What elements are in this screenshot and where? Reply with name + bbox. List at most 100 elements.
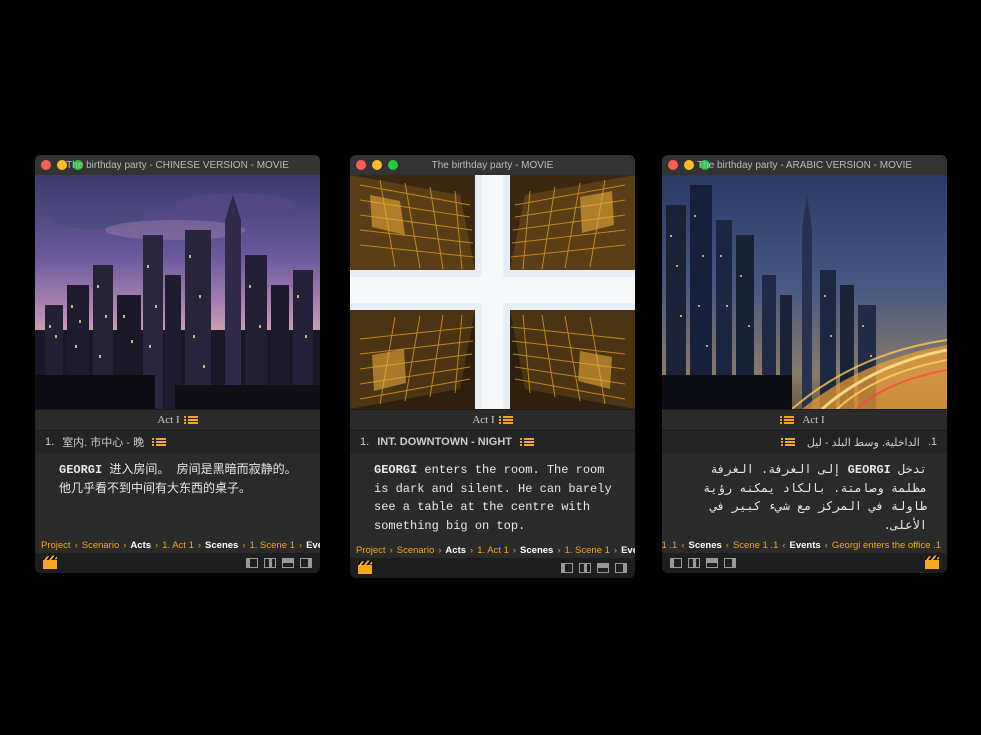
layout-split-icon[interactable] [597, 563, 609, 573]
breadcrumb-item[interactable]: 1. Act 1 [477, 545, 509, 556]
breadcrumb-item[interactable]: Scene 1 .1 [733, 540, 778, 551]
breadcrumb-item[interactable]: Acts [445, 545, 466, 556]
scene-image [35, 175, 320, 409]
breadcrumb-item[interactable]: Scenes [688, 540, 721, 551]
view-mode-icons [246, 558, 312, 568]
breadcrumb-separator: › [470, 545, 473, 556]
breadcrumb[interactable]: Project›Scenario›Acts›1. Act 1›Scenes›1.… [350, 542, 635, 558]
window-chinese: The birthday party - CHINESE VERSION - M… [35, 155, 320, 573]
script-body[interactable]: GEORGI enters the room. The room is dark… [350, 453, 635, 542]
script-body[interactable]: GEORGI 进入房间。 房间是黑暗而寂静的。 他几乎看不到中间有大东西的桌子。 [35, 453, 320, 537]
list-icon[interactable] [784, 416, 794, 424]
breadcrumb-separator: › [299, 540, 302, 551]
breadcrumb-separator: › [614, 545, 617, 556]
layout-split-icon[interactable] [282, 558, 294, 568]
clapper-icon[interactable] [43, 557, 57, 569]
window-arabic: The birthday party - ARABIC VERSION - MO… [662, 155, 947, 573]
breadcrumb-separator: › [155, 540, 158, 551]
list-icon[interactable] [785, 438, 795, 446]
scene-title: 室内. 市中心 - 晚 [62, 434, 144, 450]
act-label: Act I [157, 414, 179, 426]
character-name: GEORGI [374, 463, 417, 477]
layout-right-icon[interactable] [615, 563, 627, 573]
traffic-lights [668, 160, 710, 170]
breadcrumb-item[interactable]: Scenes [205, 540, 238, 551]
character-name: GEORGI [59, 463, 102, 477]
layout-left-icon[interactable] [670, 558, 682, 568]
breadcrumb-item[interactable]: Act 1 .1 [662, 540, 677, 551]
layout-right-icon[interactable] [724, 558, 736, 568]
footer [35, 553, 320, 573]
layout-left-icon[interactable] [561, 563, 573, 573]
close-icon[interactable] [356, 160, 366, 170]
breadcrumb-item[interactable]: Events [790, 540, 821, 551]
titlebar[interactable]: The birthday party - CHINESE VERSION - M… [35, 155, 320, 175]
breadcrumb[interactable]: Georgi enters the office .1 ‹ Events ‹ Scene… [662, 537, 947, 553]
act-bar: Act I [35, 409, 320, 431]
view-mode-icons [670, 558, 736, 568]
layout-center-icon[interactable] [579, 563, 591, 573]
act-bar: Act I [350, 409, 635, 431]
scene-header[interactable]: .1 الداخلية. وسط البلد - ليل [662, 431, 947, 453]
breadcrumb-item[interactable]: Scenario [82, 540, 120, 551]
zoom-icon[interactable] [388, 160, 398, 170]
close-icon[interactable] [668, 160, 678, 170]
breadcrumb-item[interactable]: Acts [130, 540, 151, 551]
breadcrumb-item[interactable]: Georgi enters the office .1 [832, 540, 941, 551]
clapper-icon[interactable] [925, 557, 939, 569]
layout-center-icon[interactable] [264, 558, 276, 568]
zoom-icon[interactable] [700, 160, 710, 170]
clapper-icon[interactable] [358, 562, 372, 574]
breadcrumb-separator: › [438, 545, 441, 556]
layout-right-icon[interactable] [300, 558, 312, 568]
breadcrumb-separator: › [242, 540, 245, 551]
layout-split-icon[interactable] [706, 558, 718, 568]
breadcrumb-item[interactable]: Project [356, 545, 386, 556]
breadcrumb-item[interactable]: Scenes [520, 545, 553, 556]
scene-title: INT. DOWNTOWN - NIGHT [377, 436, 512, 448]
breadcrumb-item[interactable]: Events [621, 545, 635, 556]
zoom-icon[interactable] [73, 160, 83, 170]
traffic-lights [41, 160, 83, 170]
breadcrumb[interactable]: Project›Scenario›Acts›1. Act 1›Scenes›1.… [35, 537, 320, 553]
breadcrumb-separator: › [390, 545, 393, 556]
minimize-icon[interactable] [684, 160, 694, 170]
breadcrumb-separator: ‹ [825, 540, 828, 551]
breadcrumb-item[interactable]: Scenario [397, 545, 435, 556]
breadcrumb-separator: › [198, 540, 201, 551]
breadcrumb-item[interactable]: 1. Act 1 [162, 540, 194, 551]
breadcrumb-item[interactable]: 1. Scene 1 [565, 545, 610, 556]
view-mode-icons [561, 563, 627, 573]
scene-image [662, 175, 947, 409]
breadcrumb-separator: › [123, 540, 126, 551]
act-label: Act I [802, 414, 824, 426]
list-icon[interactable] [503, 416, 513, 424]
footer [662, 553, 947, 573]
script-body[interactable]: تدخل GEORGI إلى الغرفة. الغرفة مظلمة وصا… [662, 453, 947, 537]
close-icon[interactable] [41, 160, 51, 170]
breadcrumb-separator: ‹ [782, 540, 785, 551]
breadcrumb-item[interactable]: Project [41, 540, 71, 551]
layout-left-icon[interactable] [246, 558, 258, 568]
titlebar[interactable]: The birthday party - ARABIC VERSION - MO… [662, 155, 947, 175]
breadcrumb-item[interactable]: 1. Scene 1 [250, 540, 295, 551]
minimize-icon[interactable] [372, 160, 382, 170]
layout-center-icon[interactable] [688, 558, 700, 568]
character-name: GEORGI [848, 463, 891, 477]
breadcrumb-separator: › [75, 540, 78, 551]
titlebar[interactable]: The birthday party - MOVIE [350, 155, 635, 175]
scene-header[interactable]: 1. 室内. 市中心 - 晚 [35, 431, 320, 453]
traffic-lights [356, 160, 398, 170]
breadcrumb-separator: ‹ [681, 540, 684, 551]
scene-header[interactable]: 1. INT. DOWNTOWN - NIGHT [350, 431, 635, 453]
minimize-icon[interactable] [57, 160, 67, 170]
breadcrumb-separator: › [513, 545, 516, 556]
breadcrumb-separator: ‹ [726, 540, 729, 551]
list-icon[interactable] [524, 438, 534, 446]
list-icon[interactable] [156, 438, 166, 446]
scene-number: 1. [45, 436, 54, 448]
scene-title: الداخلية. وسط البلد - ليل [807, 436, 920, 449]
list-icon[interactable] [188, 416, 198, 424]
action-pre: تدخل [891, 463, 927, 477]
breadcrumb-item[interactable]: Events [306, 540, 320, 551]
